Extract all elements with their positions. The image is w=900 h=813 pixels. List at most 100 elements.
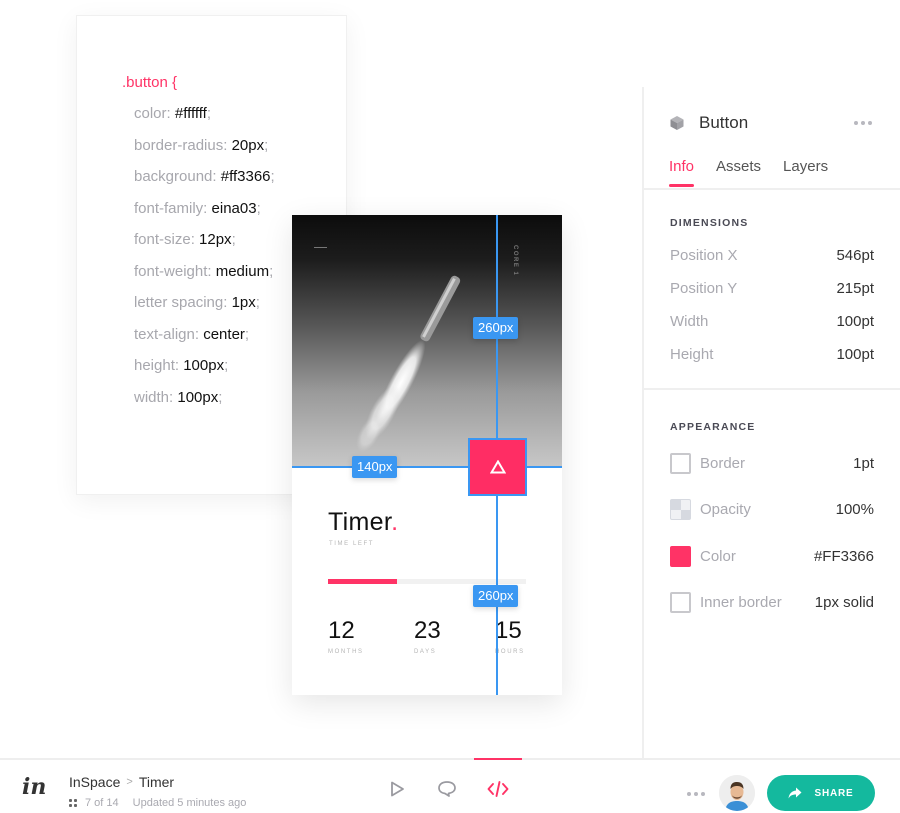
code-semicolon: ;: [206, 105, 212, 122]
prop-value[interactable]: #FF3366: [814, 548, 874, 565]
code-prop: text-align:: [134, 325, 200, 343]
prop-value[interactable]: 215pt: [836, 280, 874, 297]
prop-name: Position X: [670, 247, 738, 264]
active-tool-indicator: [474, 758, 522, 760]
prop-name: Color: [700, 548, 736, 565]
rocket-illustration: [356, 275, 461, 453]
prop-name: Opacity: [700, 501, 751, 518]
menu-icon: [314, 247, 327, 248]
code-line: font-weight: medium;: [134, 262, 275, 294]
code-line: background: #ff3366;: [134, 167, 275, 199]
share-arrow-icon: [788, 787, 802, 799]
prop-name: Border: [700, 455, 746, 472]
cube-icon: [670, 116, 684, 130]
code-value: eina03: [211, 199, 257, 217]
prop-value[interactable]: 100%: [836, 501, 874, 518]
timer-title-text: Timer: [328, 508, 392, 536]
rocket-hero-image: CORE 1: [292, 215, 562, 468]
code-prop: width:: [134, 388, 174, 406]
measure-tag-top: 260px: [473, 317, 519, 339]
border-swatch-icon[interactable]: [670, 453, 691, 474]
code-semicolon: ;: [224, 357, 229, 374]
prop-name: Inner border: [700, 594, 782, 611]
inner-border-swatch-icon[interactable]: [670, 592, 691, 613]
code-prop: font-size:: [134, 231, 195, 248]
tab-layers[interactable]: Layers: [783, 158, 828, 187]
color-swatch-icon[interactable]: [670, 546, 691, 567]
breadcrumb-separator: >: [126, 776, 133, 788]
avatar-image: [719, 775, 755, 811]
prop-position-x: Position X 546pt: [670, 247, 874, 264]
stat-days: 23 DAYS: [414, 617, 441, 655]
stat-months: 12 MONTHS: [328, 617, 364, 655]
play-button[interactable]: [388, 780, 406, 803]
share-label: SHARE: [814, 787, 854, 799]
timer-subtitle: TIME LEFT: [329, 541, 375, 547]
code-value: 1px: [231, 294, 256, 311]
code-semicolon: ;: [270, 168, 275, 185]
code-value: 12px: [199, 231, 232, 248]
selected-button-layer[interactable]: [468, 438, 527, 496]
canvas: .button { color: #ffffff; border-radius:…: [0, 0, 642, 758]
inspect-code-button[interactable]: [486, 780, 510, 803]
tabs-divider: [644, 188, 900, 190]
code-prop: background:: [134, 168, 217, 185]
tab-info[interactable]: Info: [669, 158, 695, 187]
inspector-title: Button: [699, 113, 749, 132]
comment-icon: [438, 781, 456, 797]
inspector-panel: Button Info Assets Layers DIMENSIONS Pos…: [642, 87, 900, 758]
invision-logo[interactable]: in: [22, 774, 46, 800]
timer-title-dot: .: [391, 508, 399, 536]
share-button[interactable]: SHARE: [767, 775, 875, 811]
prop-value[interactable]: 1pt: [853, 455, 874, 472]
code-prop: font-weight:: [134, 262, 212, 280]
prop-border: Border 1pt: [670, 453, 874, 474]
prop-value[interactable]: 100pt: [836, 346, 874, 363]
page-count: 7 of 14: [85, 797, 119, 809]
stat-value: 15: [495, 617, 522, 644]
code-line: height: 100px;: [134, 356, 275, 388]
side-label: CORE 1: [512, 245, 518, 277]
prop-inner-border: Inner border 1px solid: [670, 592, 874, 613]
code-line: font-family: eina03;: [134, 199, 275, 231]
grid-icon[interactable]: [69, 799, 77, 807]
prop-color: Color #FF3366: [670, 546, 874, 567]
triangle-icon: [489, 460, 506, 474]
stat-label: DAYS: [414, 649, 437, 655]
code-selector: .button {: [122, 74, 178, 91]
code-semicolon: ;: [244, 325, 250, 343]
code-value: 100px: [183, 357, 225, 374]
inspector-header: Button: [669, 113, 748, 133]
code-line: text-align: center;: [134, 325, 275, 357]
comment-button[interactable]: [437, 780, 457, 803]
stat-hours: 15 HOURS: [495, 617, 525, 655]
prop-position-y: Position Y 215pt: [670, 280, 874, 297]
stat-value: 12: [328, 617, 355, 644]
stat-label: MONTHS: [328, 649, 364, 655]
breadcrumb: InSpace > Timer: [69, 774, 174, 790]
prop-value[interactable]: 546pt: [836, 247, 874, 264]
updated-timestamp: Updated 5 minutes ago: [132, 797, 247, 809]
bottom-toolbar: in InSpace > Timer 7 of 14 Updated 5 min…: [0, 758, 900, 813]
code-line: border-radius: 20px;: [134, 136, 275, 168]
play-icon: [391, 781, 404, 797]
section-divider: [644, 388, 900, 390]
breadcrumb-screen[interactable]: Timer: [139, 774, 174, 790]
prop-value[interactable]: 100pt: [836, 313, 874, 330]
code-value: center: [203, 325, 245, 343]
more-menu-icon[interactable]: [687, 792, 705, 796]
code-semicolon: ;: [218, 388, 223, 406]
code-semicolon: ;: [269, 262, 274, 280]
code-line: color: #ffffff;: [134, 104, 275, 136]
prop-name: Height: [670, 346, 714, 363]
stat-label: HOURS: [495, 649, 525, 655]
code-semicolon: ;: [255, 294, 260, 311]
opacity-checker-icon[interactable]: [670, 499, 691, 520]
prop-value[interactable]: 1px solid: [815, 594, 874, 611]
more-options-icon[interactable]: [854, 121, 872, 125]
user-avatar[interactable]: [719, 775, 755, 811]
code-prop: height:: [134, 357, 180, 374]
code-prop: color:: [134, 105, 171, 122]
breadcrumb-project[interactable]: InSpace: [69, 774, 120, 790]
tab-assets[interactable]: Assets: [716, 158, 761, 187]
